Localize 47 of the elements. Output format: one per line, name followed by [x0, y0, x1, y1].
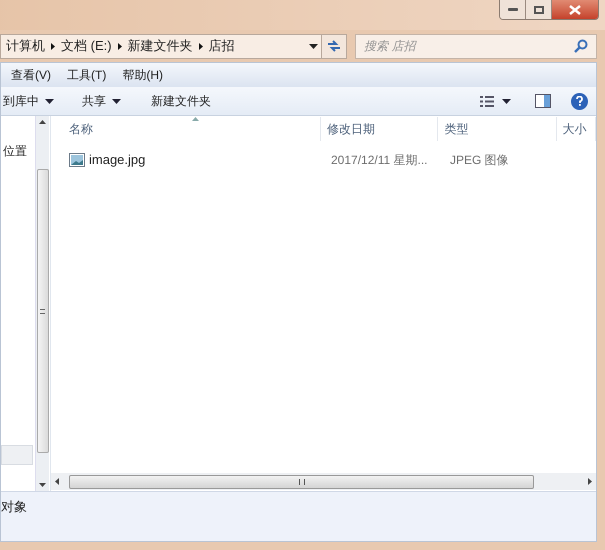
toolbar-button[interactable]: 共享	[72, 90, 131, 112]
chevron-icon[interactable]	[51, 42, 55, 50]
column-header[interactable]: 修改日期	[321, 117, 438, 141]
caret-icon	[502, 98, 511, 104]
toolbar-button[interactable]: 到库中	[1, 90, 62, 112]
column-header[interactable]: 大小	[556, 117, 596, 141]
close-button[interactable]	[552, 0, 598, 19]
refresh-icon	[326, 39, 342, 53]
scroll-left-icon[interactable]	[55, 478, 59, 485]
scroll-down-icon[interactable]	[39, 483, 46, 487]
column-header[interactable]: 类型	[438, 117, 556, 141]
file-name[interactable]: image.jpg	[89, 150, 146, 170]
refresh-button[interactable]	[322, 34, 347, 58]
search-placeholder: 搜索 店招	[364, 38, 418, 55]
minimize-button[interactable]	[500, 0, 526, 19]
breadcrumb[interactable]: 文档 (E:)	[61, 36, 112, 56]
preview-pane-button[interactable]	[535, 94, 551, 108]
column-header[interactable]: 名称	[63, 117, 322, 141]
view-options-button[interactable]	[480, 96, 511, 106]
caret-icon	[112, 98, 121, 104]
chevron-icon[interactable]	[118, 42, 122, 50]
status-text: 对象	[1, 499, 27, 514]
chevron-icon[interactable]	[198, 42, 203, 50]
scroll-up-icon[interactable]	[39, 120, 46, 124]
sort-arrow-icon	[192, 117, 198, 121]
close-icon	[569, 4, 581, 14]
list-view-icon	[480, 96, 494, 106]
help-icon[interactable]	[571, 92, 588, 110]
search-icon	[574, 39, 588, 53]
breadcrumb[interactable]: 计算机	[6, 36, 45, 56]
menu-item[interactable]: 帮助(H)	[122, 66, 163, 84]
maximize-button[interactable]	[526, 0, 552, 19]
toolbar-button[interactable]: 新建文件夹	[141, 90, 221, 112]
nav-item[interactable]: 位置	[1, 142, 35, 160]
horizontal-scrollbar[interactable]	[51, 473, 596, 490]
modified-date: 2017/12/11 星期...	[331, 153, 428, 167]
dropdown-caret-icon[interactable]	[309, 44, 318, 48]
caret-icon	[45, 98, 54, 104]
menu-item[interactable]: 查看(V)	[11, 66, 51, 84]
file-type: JPEG 图像	[450, 153, 509, 167]
menu-item[interactable]: 工具(T)	[67, 66, 106, 84]
vertical-scrollbar[interactable]	[35, 116, 49, 491]
breadcrumb[interactable]: 新建文件夹	[128, 36, 193, 56]
breadcrumb[interactable]: 店招	[208, 36, 235, 56]
image-file-icon	[69, 153, 85, 167]
address-bar[interactable]: 计算机 文档 (E:) 新建文件夹 店招	[0, 34, 322, 58]
scroll-right-icon[interactable]	[588, 478, 592, 485]
